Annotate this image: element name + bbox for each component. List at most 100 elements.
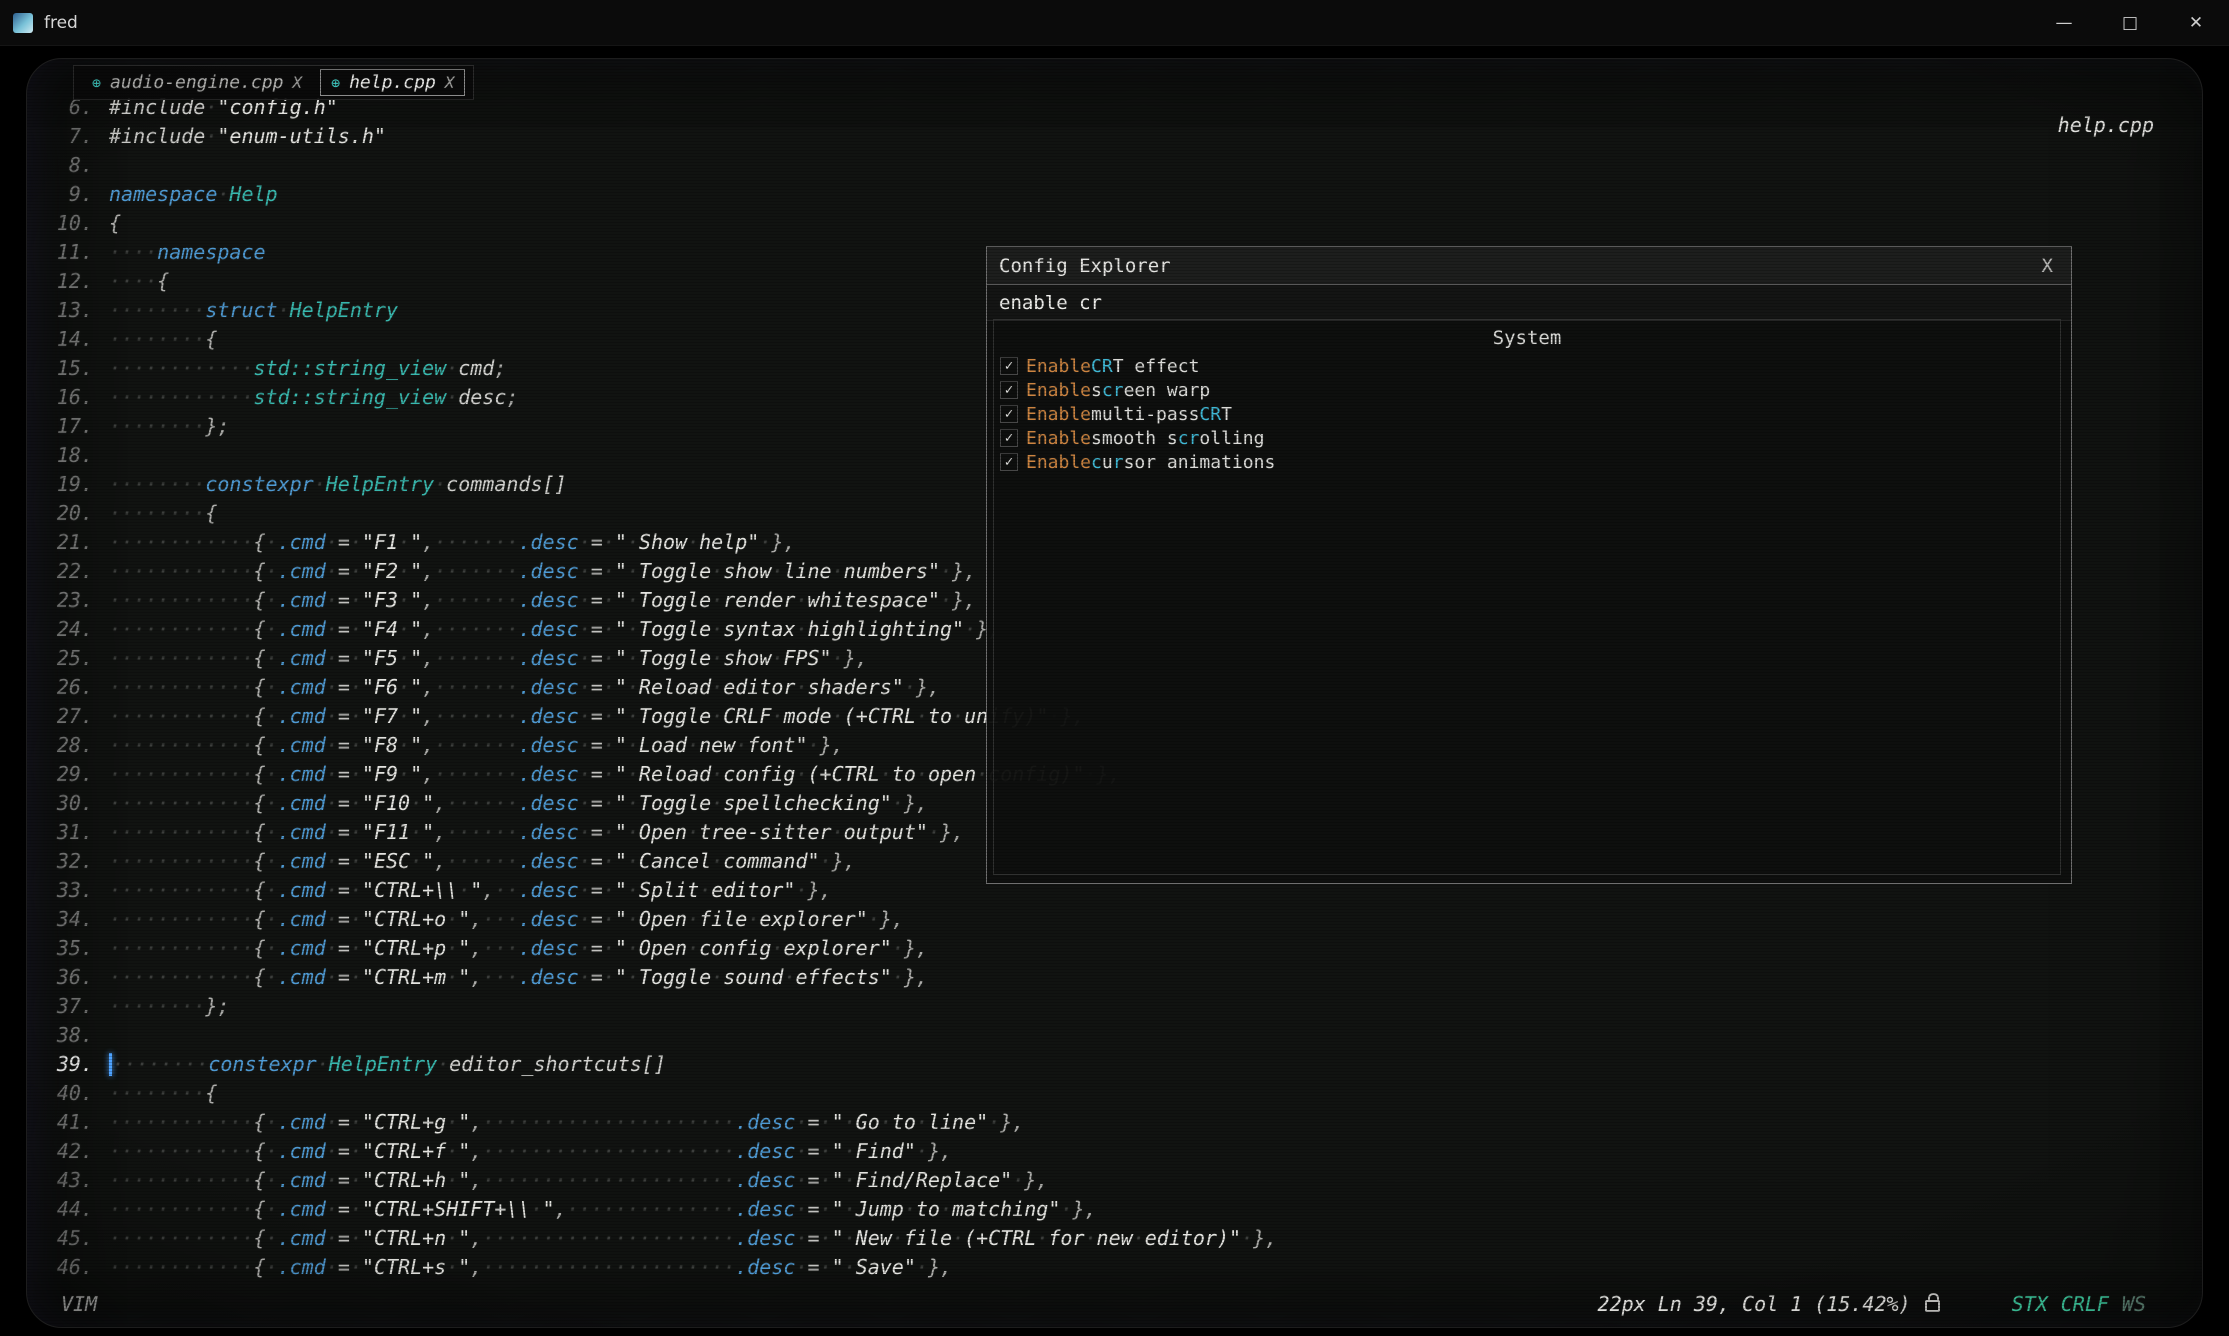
whitespace-dots: · (868, 907, 880, 931)
line-number: 41. (41, 1108, 93, 1137)
config-item[interactable]: ✓Enable screen warp (1000, 378, 2054, 402)
line-number: 28. (41, 731, 93, 760)
code-line[interactable]: 43.············{·.cmd·=·"CTRL+h·",······… (41, 1166, 2202, 1195)
config-item[interactable]: ✓Enable smooth scrolling (1000, 426, 2054, 450)
status-bar: VIM 22px Ln 39, Col 1 (15.42%) STX CRLF … (61, 1289, 2146, 1319)
whitespace-dots: · (627, 762, 639, 786)
code-line[interactable]: 44.············{·.cmd·=·"CTRL+SHIFT+\\·"… (41, 1195, 2202, 1224)
whitespace-dots: · (350, 530, 362, 554)
whitespace-dots: · (350, 791, 362, 815)
whitespace-dots: · (711, 588, 723, 612)
whitespace-dots: · (266, 849, 278, 873)
whitespace-dots: ············ (109, 385, 254, 409)
whitespace-dots: · (326, 820, 338, 844)
whitespace-dots: · (266, 675, 278, 699)
config-item[interactable]: ✓Enable multi-pass CRT (1000, 402, 2054, 426)
whitespace-dots: · (326, 588, 338, 612)
line-number: 25. (41, 644, 93, 673)
whitespace-dots: ············ (109, 356, 254, 380)
whitespace-dots: ············ (109, 588, 254, 612)
whitespace-dots: · (627, 530, 639, 554)
code-line[interactable]: 45.············{·.cmd·=·"CTRL+n·",······… (41, 1224, 2202, 1253)
whitespace-dots: · (844, 1110, 856, 1134)
whitespace-dots: · (820, 1197, 832, 1221)
whitespace-dots: ··· (482, 936, 518, 960)
code-line[interactable]: 35.············{·.cmd·=·"CTRL+p·",···.de… (41, 934, 2202, 963)
whitespace-dots: ············ (109, 1226, 254, 1250)
minimize-button[interactable]: — (2031, 0, 2097, 45)
whitespace-dots: · (579, 704, 591, 728)
whitespace-dots: ······· (434, 559, 518, 583)
whitespace-dots: ····················· (482, 1255, 735, 1279)
tab-close-icon[interactable]: X (445, 73, 455, 92)
line-number: 36. (41, 963, 93, 992)
code-line[interactable]: 46.············{·.cmd·=·"CTRL+s·",······… (41, 1253, 2202, 1282)
whitespace-dots: · (928, 820, 940, 844)
code-line[interactable]: 41.············{·.cmd·=·"CTRL+g·",······… (41, 1108, 2202, 1137)
checkbox-checked-icon[interactable]: ✓ (1000, 405, 1018, 423)
whitespace-dots: · (795, 878, 807, 902)
whitespace-dots: · (603, 878, 615, 902)
tab-label: audio-engine.cpp (110, 72, 283, 93)
whitespace-dots: · (627, 704, 639, 728)
whitespace-dots: · (735, 733, 747, 757)
whitespace-dots: · (446, 907, 458, 931)
whitespace-dots: · (952, 1226, 964, 1250)
whitespace-dots: · (747, 907, 759, 931)
code-line[interactable]: 10.{ (41, 209, 2202, 238)
whitespace-dots: ····················· (482, 1110, 735, 1134)
whitespace-dots: · (579, 965, 591, 989)
line-number: 11. (41, 238, 93, 267)
whitespace-dots: · (317, 1052, 329, 1076)
checkbox-checked-icon[interactable]: ✓ (1000, 453, 1018, 471)
code-line[interactable]: 8. (41, 151, 2202, 180)
code-line[interactable]: 39.········constexpr·HelpEntry·editor_sh… (41, 1050, 2202, 1079)
config-explorer-close-icon[interactable]: X (2036, 255, 2059, 277)
config-item[interactable]: ✓Enable cursor animations (1000, 450, 2054, 474)
whitespace-dots: ·· (494, 878, 518, 902)
code-line[interactable]: 34.············{·.cmd·=·"CTRL+o·",···.de… (41, 905, 2202, 934)
code-line[interactable]: 7.#include·"enum-utils.h" (41, 122, 2202, 151)
whitespace-dots: · (350, 704, 362, 728)
status-flag-crlf: CRLF (2061, 1292, 2109, 1316)
whitespace-dots: · (579, 849, 591, 873)
whitespace-dots: · (266, 617, 278, 641)
whitespace-dots: ······ (446, 849, 518, 873)
whitespace-dots: · (398, 559, 410, 583)
whitespace-dots: · (266, 1139, 278, 1163)
whitespace-dots: · (326, 675, 338, 699)
whitespace-dots: · (627, 733, 639, 757)
line-number: 46. (41, 1253, 93, 1282)
whitespace-dots: · (627, 936, 639, 960)
maximize-button[interactable]: □ (2097, 0, 2163, 45)
whitespace-dots: · (820, 1226, 832, 1250)
whitespace-dots: · (579, 762, 591, 786)
close-button[interactable]: ✕ (2163, 0, 2229, 45)
whitespace-dots: ········ (112, 1052, 208, 1076)
code-line[interactable]: 40.········{ (41, 1079, 2202, 1108)
whitespace-dots: · (398, 733, 410, 757)
code-line[interactable]: 42.············{·.cmd·=·"CTRL+f·",······… (41, 1137, 2202, 1166)
tab-audio-engine.cpp[interactable]: ⊕audio-engine.cppX (82, 70, 312, 95)
tab-close-icon[interactable]: X (292, 73, 302, 92)
config-search-input[interactable]: enable cr (987, 285, 2071, 321)
checkbox-checked-icon[interactable]: ✓ (1000, 381, 1018, 399)
whitespace-dots: · (711, 675, 723, 699)
whitespace-dots: · (603, 675, 615, 699)
line-number: 19. (41, 470, 93, 499)
config-item[interactable]: ✓Enable CRT effect (1000, 354, 2054, 378)
line-number: 40. (41, 1079, 93, 1108)
whitespace-dots: · (579, 617, 591, 641)
checkbox-checked-icon[interactable]: ✓ (1000, 357, 1018, 375)
whitespace-dots: ············ (109, 1255, 254, 1279)
code-line[interactable]: 36.············{·.cmd·=·"CTRL+m·",···.de… (41, 963, 2202, 992)
code-line[interactable]: 38. (41, 1021, 2202, 1050)
whitespace-dots: · (892, 791, 904, 815)
code-line[interactable]: 9.namespace·Help (41, 180, 2202, 209)
whitespace-dots: · (350, 588, 362, 612)
code-line[interactable]: 37.········}; (41, 992, 2202, 1021)
tab-help.cpp[interactable]: ⊕help.cppX (320, 69, 465, 96)
whitespace-dots: · (795, 1139, 807, 1163)
whitespace-dots: · (326, 1226, 338, 1250)
checkbox-checked-icon[interactable]: ✓ (1000, 429, 1018, 447)
